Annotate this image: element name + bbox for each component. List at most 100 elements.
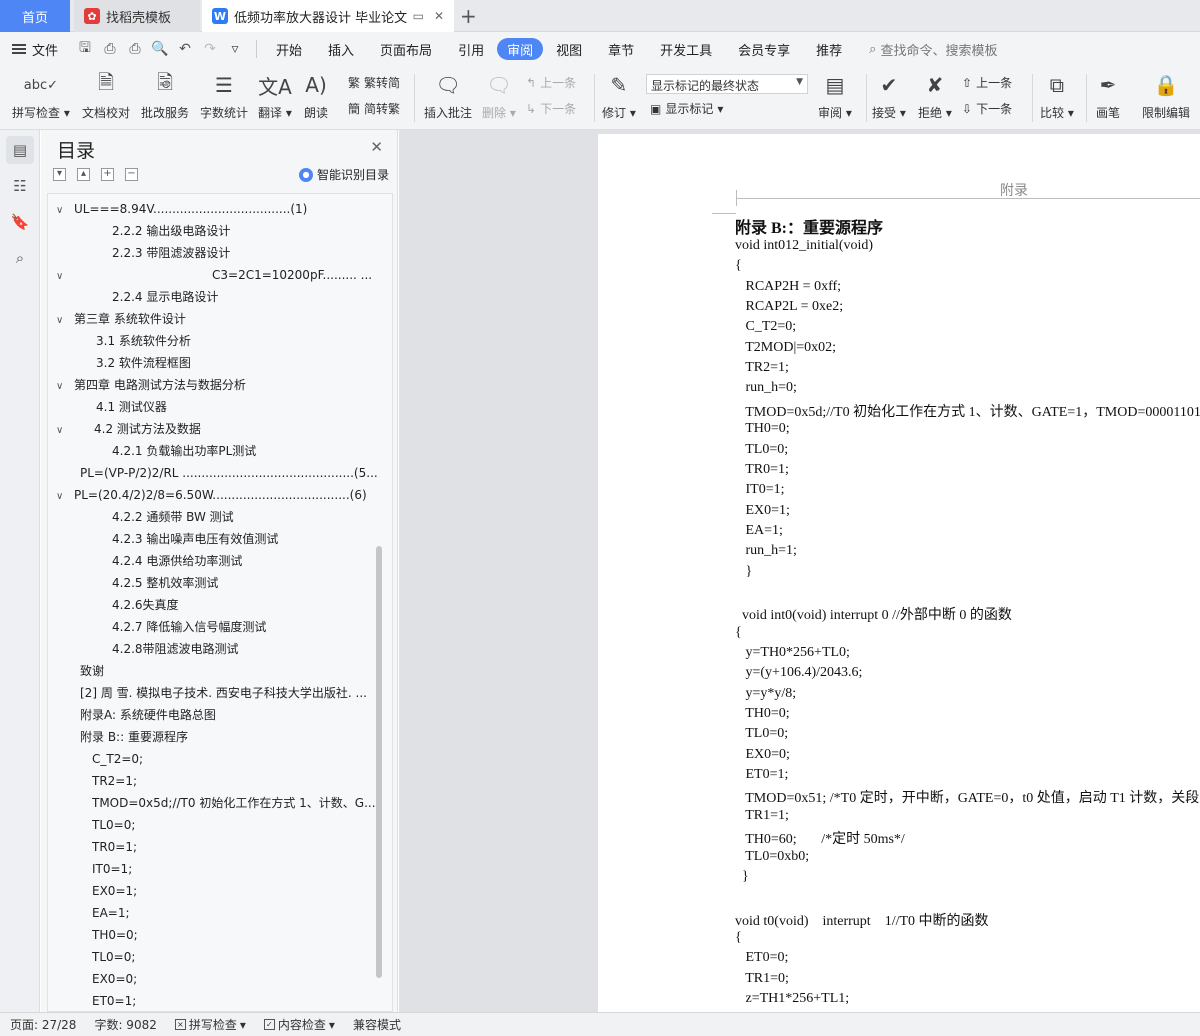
toc-item[interactable]: ∨ UL===8.94V.............................… bbox=[56, 198, 386, 220]
collapse-down-icon[interactable]: ▾ bbox=[53, 168, 66, 181]
next-change-button[interactable]: ⇩ 下一条 bbox=[962, 100, 1012, 117]
bookmark-icon[interactable]: 🔖 bbox=[6, 208, 34, 236]
compare-button[interactable]: ⧉ 比较 ▾ bbox=[1040, 70, 1074, 121]
toc-item[interactable]: TH0=0; bbox=[92, 924, 386, 946]
toc-item[interactable]: 2.2.3 带阻滤波器设计 bbox=[112, 242, 386, 264]
review-pane-button[interactable]: ▤ 审阅 ▾ bbox=[818, 70, 852, 121]
toc-item[interactable]: 4.2.4 电源供给功率测试 bbox=[112, 550, 386, 572]
page-indicator[interactable]: 页面: 27/28 bbox=[10, 1016, 76, 1033]
toc-item[interactable]: C_T2=0; bbox=[92, 748, 386, 770]
toc-item[interactable]: EA=1; bbox=[92, 902, 386, 924]
tab-home[interactable]: 首页 bbox=[0, 0, 70, 32]
content-check-status[interactable]: ✓ 内容检查 ▾ bbox=[263, 1016, 335, 1033]
save-icon[interactable]: 🖫 bbox=[76, 37, 94, 61]
file-menu-button[interactable]: 文件 bbox=[0, 40, 70, 59]
toc-item[interactable]: 致谢 bbox=[80, 660, 386, 682]
toc-panel-icon[interactable]: ▤ bbox=[6, 136, 34, 164]
toc-item[interactable]: TL0=0; bbox=[92, 814, 386, 836]
toc-item[interactable]: EX0=1; bbox=[92, 880, 386, 902]
expand-chevron-icon[interactable]: ∨ bbox=[56, 200, 70, 220]
insert-comment-button[interactable]: 🗨 插入批注 bbox=[424, 70, 472, 121]
spell-check-status[interactable]: × 拼写检查 ▾ bbox=[174, 1016, 246, 1033]
delete-comment-button[interactable]: 🗨 删除 ▾ bbox=[482, 70, 516, 121]
toc-item[interactable]: 3.1 系统软件分析 bbox=[96, 330, 386, 352]
expand-chevron-icon[interactable]: ∨ bbox=[56, 266, 70, 286]
toc-item[interactable]: ∨ 第三章 系统软件设计 bbox=[56, 308, 386, 330]
prev-change-button[interactable]: ⇧ 上一条 bbox=[962, 74, 1012, 91]
print-preview-icon[interactable]: 🔍 bbox=[151, 41, 169, 57]
print-icon[interactable]: ⎙ bbox=[126, 41, 144, 57]
add-level-icon[interactable]: + bbox=[101, 168, 114, 181]
toc-item[interactable]: 附录A: 系统硬件电路总图 bbox=[80, 704, 386, 726]
next-comment-button[interactable]: ↳ 下一条 bbox=[526, 100, 576, 117]
expand-chevron-icon[interactable]: ∨ bbox=[56, 420, 70, 440]
menu-item-view[interactable]: 视图 bbox=[543, 38, 595, 60]
toc-item[interactable]: ∨ C3=2C1=10200pF......... ... bbox=[56, 264, 386, 286]
read-aloud-button[interactable]: A) 朗读 bbox=[304, 70, 328, 121]
toc-item[interactable]: PL=(VP-P/2)2/RL ........................… bbox=[80, 462, 386, 484]
toc-item[interactable]: 4.2.1 负载输出功率PL测试 bbox=[112, 440, 386, 462]
smart-detect-toc-button[interactable]: ● 智能识别目录 bbox=[298, 166, 389, 183]
toc-item[interactable]: ∨ 第四章 电路测试方法与数据分析 bbox=[56, 374, 386, 396]
toc-item[interactable]: EX0=0; bbox=[92, 968, 386, 990]
tab-template[interactable]: ✿ 找稻壳模板 bbox=[74, 0, 200, 32]
menu-item-page-layout[interactable]: 页面布局 bbox=[367, 38, 445, 60]
toc-item[interactable]: 4.2.8带阻滤波电路测试 bbox=[112, 638, 386, 660]
toc-item[interactable]: ∨ 4.2 测试方法及数据 bbox=[56, 418, 386, 440]
toc-item[interactable]: 2.2.2 输出级电路设计 bbox=[112, 220, 386, 242]
menu-item-home[interactable]: 开始 bbox=[263, 38, 315, 60]
accept-button[interactable]: ✔ 接受 ▾ bbox=[872, 70, 906, 121]
tab-document[interactable]: W 低频功率放大器设计 毕业论文 ▭ ✕ bbox=[202, 0, 454, 32]
restrict-edit-button[interactable]: 🔒 限制编辑 bbox=[1142, 70, 1190, 121]
toc-item[interactable]: 4.1 测试仪器 bbox=[96, 396, 386, 418]
doc-proof-button[interactable]: 🗎 文档校对 bbox=[82, 70, 130, 121]
toc-item[interactable]: 3.2 软件流程框图 bbox=[96, 352, 386, 374]
undo-icon[interactable]: ↶ bbox=[176, 41, 194, 57]
toc-item[interactable]: 4.2.7 降低输入信号幅度测试 bbox=[112, 616, 386, 638]
toc-item[interactable]: [2] 周 雪. 模拟电子技术. 西安电子科技大学出版社. ... bbox=[80, 682, 386, 704]
track-changes-button[interactable]: ✎ 修订 ▾ bbox=[602, 70, 636, 121]
word-count-button[interactable]: ☰ 字数统计 bbox=[200, 70, 248, 121]
toc-item[interactable]: 4.2.2 通频带 BW 测试 bbox=[112, 506, 386, 528]
toc-item[interactable]: TR0=1; bbox=[92, 836, 386, 858]
toc-item[interactable]: TR2=1; bbox=[92, 770, 386, 792]
close-icon[interactable]: ✕ bbox=[370, 138, 383, 156]
menu-item-recommend[interactable]: 推荐 bbox=[803, 38, 855, 60]
toc-item[interactable]: 附录 B:: 重要源程序 bbox=[80, 726, 386, 748]
export-pdf-icon[interactable]: ⎙ bbox=[101, 41, 119, 57]
menu-item-references[interactable]: 引用 bbox=[445, 38, 497, 60]
menu-item-member[interactable]: 会员专享 bbox=[725, 38, 803, 60]
tab-window-icon[interactable]: ▭ bbox=[413, 9, 424, 23]
show-markup-button[interactable]: ▣ 显示标记 ▾ bbox=[650, 100, 723, 117]
menu-item-developer[interactable]: 开发工具 bbox=[647, 38, 725, 60]
toc-item[interactable]: 4.2.5 整机效率测试 bbox=[112, 572, 386, 594]
pen-button[interactable]: ✒ 画笔 bbox=[1096, 70, 1120, 121]
toc-item[interactable]: ET0=1; bbox=[92, 990, 386, 1011]
document-page[interactable]: 附录 附录 B:：重要源程序 void int012_initial(void) {… bbox=[598, 134, 1200, 1014]
command-search[interactable]: ⌕ 查找命令、搜索模板 bbox=[869, 40, 997, 59]
toc-item[interactable]: TMOD=0x5d;//T0 初始化工作在方式 1、计数、G... bbox=[92, 792, 386, 814]
prev-comment-button[interactable]: ↰ 上一条 bbox=[526, 74, 576, 91]
toc-item[interactable]: IT0=1; bbox=[92, 858, 386, 880]
toc-item[interactable]: 4.2.3 输出噪声电压有效值测试 bbox=[112, 528, 386, 550]
trad-to-simp-button[interactable]: 繁 繁转简 bbox=[348, 74, 400, 91]
expand-chevron-icon[interactable]: ∨ bbox=[56, 310, 70, 330]
spell-check-button[interactable]: abc✓ 拼写检查 ▾ bbox=[12, 70, 70, 121]
menu-item-insert[interactable]: 插入 bbox=[315, 38, 367, 60]
simp-to-trad-button[interactable]: 簡 简转繁 bbox=[348, 100, 400, 117]
translate-button[interactable]: 文A 翻译 ▾ bbox=[258, 70, 292, 121]
new-tab-icon[interactable]: + bbox=[460, 4, 477, 28]
expand-up-icon[interactable]: ▴ bbox=[77, 168, 90, 181]
word-count-indicator[interactable]: 字数: 9082 bbox=[94, 1016, 156, 1033]
toc-item[interactable]: ∨ PL=(20.4/2)2/8=6.50W...................… bbox=[56, 484, 386, 506]
markup-display-select[interactable]: 显示标记的最终状态 ▼ bbox=[646, 74, 808, 94]
reject-button[interactable]: ✘ 拒绝 ▾ bbox=[918, 70, 952, 121]
tab-close-icon[interactable]: ✕ bbox=[434, 9, 444, 23]
menu-item-section[interactable]: 章节 bbox=[595, 38, 647, 60]
find-icon[interactable]: ⌕ bbox=[6, 244, 34, 272]
toc-item[interactable]: TL0=0; bbox=[92, 946, 386, 968]
remove-level-icon[interactable]: − bbox=[125, 168, 138, 181]
toc-item[interactable]: 2.2.4 显示电路设计 bbox=[112, 286, 386, 308]
customize-chevron-icon[interactable]: ▿ bbox=[226, 41, 244, 57]
toc-item[interactable]: 4.2.6失真度 bbox=[112, 594, 386, 616]
